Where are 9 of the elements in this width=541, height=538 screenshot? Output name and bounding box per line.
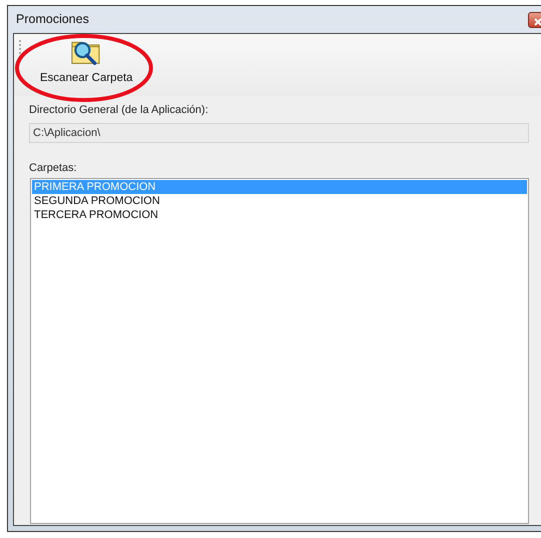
scan-folder-button[interactable]: Escanear Carpeta — [36, 34, 137, 90]
window-title: Promociones — [16, 11, 89, 28]
close-icon — [534, 18, 541, 26]
folder-item[interactable]: SEGUNDA PROMOCION — [32, 194, 527, 208]
list-label: Carpetas: — [29, 160, 78, 176]
toolbar-grip[interactable] — [19, 40, 22, 62]
folder-list[interactable]: PRIMERA PROMOCION SEGUNDA PROMOCION TERCERA PROMOCION — [30, 178, 529, 524]
folder-item[interactable]: TERCERA PROMOCION — [32, 208, 527, 222]
field-label: Directorio General (de la Aplicación): — [29, 103, 210, 118]
